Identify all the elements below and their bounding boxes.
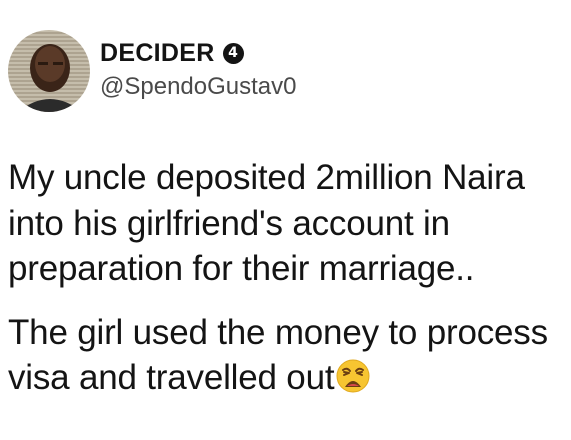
tweet-paragraph-2: The girl used the money to process visa … bbox=[8, 310, 568, 401]
profile-photo-icon bbox=[8, 30, 90, 112]
tweet-line: My uncle deposited 2million Naira bbox=[8, 158, 525, 197]
tweet-header: DECIDER 4 @SpendoGustav0 bbox=[8, 30, 297, 112]
tweet-line: preparation for their marriage.. bbox=[8, 249, 475, 288]
user-handle[interactable]: @SpendoGustav0 bbox=[100, 72, 297, 102]
tweet-paragraph-1: My uncle deposited 2million Naira into h… bbox=[8, 155, 568, 292]
tweet-line: into his girlfriend's account in bbox=[8, 203, 450, 243]
tweet-line: visa and travelled out bbox=[8, 355, 568, 401]
follower-badge-icon: 4 bbox=[222, 42, 244, 64]
avatar[interactable] bbox=[8, 30, 90, 112]
tweet-line: The girl used the money to process bbox=[8, 312, 548, 352]
weary-face-emoji-icon bbox=[335, 358, 371, 394]
tweet-line-text: visa and travelled out bbox=[8, 358, 335, 397]
display-name[interactable]: DECIDER bbox=[100, 38, 215, 68]
tweet-text: My uncle deposited 2million Naira into h… bbox=[8, 155, 568, 401]
